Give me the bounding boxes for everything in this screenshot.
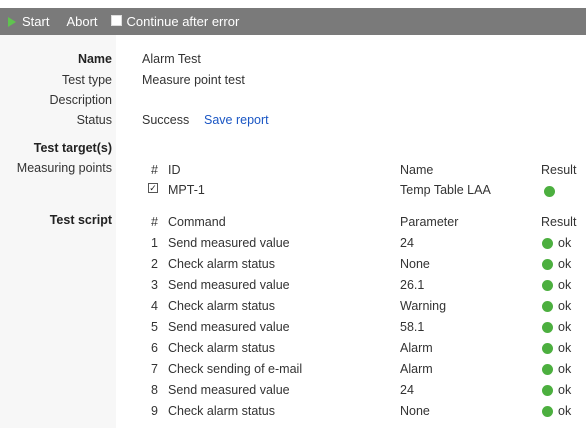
script-command: Check alarm status: [168, 299, 275, 313]
result-text: ok: [558, 236, 572, 250]
script-parameter: None: [400, 257, 430, 271]
script-header-num: #: [151, 215, 158, 229]
script-command: Send measured value: [168, 320, 290, 334]
script-row: 2 Check alarm status None ok: [0, 257, 586, 278]
script-parameter: 58.1: [400, 320, 425, 334]
status-dot-icon: [542, 405, 553, 417]
script-parameter: 24: [400, 383, 414, 397]
script-result: ok: [542, 341, 571, 355]
script-row: 8 Send measured value 24 ok: [0, 383, 586, 404]
script-num: 4: [151, 299, 158, 313]
script-command: Check alarm status: [168, 257, 275, 271]
start-button[interactable]: Start: [8, 14, 49, 29]
script-num: 6: [151, 341, 158, 355]
continue-after-error-label: Continue after error: [126, 14, 240, 29]
targets-header-name: Name: [400, 163, 434, 177]
script-command: Send measured value: [168, 236, 290, 250]
script-num: 9: [151, 404, 158, 418]
script-parameter: 24: [400, 236, 414, 250]
status-dot-icon: [542, 321, 553, 333]
name-value: Alarm Test: [142, 52, 201, 66]
script-header-row: # Command Parameter Result: [0, 215, 586, 236]
result-text: ok: [558, 341, 572, 355]
script-result: ok: [542, 362, 571, 376]
script-result: ok: [542, 236, 571, 250]
script-header-result: Result: [541, 215, 577, 229]
name-label: Name: [77, 52, 112, 66]
script-num: 2: [151, 257, 158, 271]
play-icon: [8, 16, 16, 27]
description-label: Description: [49, 93, 112, 107]
result-text: ok: [558, 278, 572, 292]
result-text: ok: [558, 257, 572, 271]
targets-header-num: #: [151, 163, 158, 177]
script-row: 9 Check alarm status None ok: [0, 404, 586, 425]
script-result: ok: [542, 278, 571, 292]
script-parameter: None: [400, 404, 430, 418]
script-parameter: Alarm: [400, 341, 433, 355]
status-dot-icon: [542, 279, 553, 291]
script-row: 5 Send measured value 58.1 ok: [0, 320, 586, 341]
script-parameter: Warning: [400, 299, 447, 313]
status-dot-icon: [542, 342, 553, 354]
abort-button[interactable]: Abort: [66, 14, 97, 29]
status-value: Success: [142, 113, 190, 127]
result-text: ok: [558, 320, 572, 334]
script-result: ok: [542, 320, 571, 334]
script-command: Send measured value: [168, 278, 290, 292]
checkbox-icon[interactable]: [110, 14, 122, 26]
continue-after-error-checkbox[interactable]: Continue after error: [110, 14, 240, 29]
result-text: ok: [558, 362, 572, 376]
targets-header-id: ID: [168, 163, 181, 177]
result-text: ok: [558, 383, 572, 397]
script-num: 7: [151, 362, 158, 376]
result-text: ok: [558, 299, 572, 313]
script-row: 7 Check sending of e-mail Alarm ok: [0, 362, 586, 383]
script-header-parameter: Parameter: [400, 215, 459, 229]
status-dot-icon: [542, 384, 553, 396]
test-type-label: Test type: [61, 73, 112, 87]
script-command: Check alarm status: [168, 404, 275, 418]
script-row: 1 Send measured value 24 ok: [0, 236, 586, 257]
status-dot-icon: [542, 300, 553, 312]
script-parameter: Alarm: [400, 362, 433, 376]
status-dot-icon: [544, 186, 555, 197]
targets-header-row: # ID Name Result: [0, 163, 586, 184]
script-result: ok: [542, 404, 571, 418]
script-header-command: Command: [168, 215, 226, 229]
target-id: MPT-1: [168, 183, 205, 197]
target-name: Temp Table LAA: [400, 183, 491, 197]
save-report-link[interactable]: Save report: [204, 113, 269, 127]
status-dot-icon: [542, 258, 553, 270]
test-targets-heading: Test target(s): [33, 141, 112, 155]
script-row: 6 Check alarm status Alarm ok: [0, 341, 586, 362]
start-label: Start: [22, 14, 50, 29]
result-text: ok: [558, 404, 572, 418]
script-row: 3 Send measured value 26.1 ok: [0, 278, 586, 299]
abort-label: Abort: [66, 14, 98, 29]
test-type-value: Measure point test: [142, 73, 245, 87]
script-command: Check alarm status: [168, 341, 275, 355]
script-num: 5: [151, 320, 158, 334]
script-num: 3: [151, 278, 158, 292]
target-row: ✓ MPT-1 Temp Table LAA: [0, 183, 586, 204]
script-parameter: 26.1: [400, 278, 425, 292]
script-row: 4 Check alarm status Warning ok: [0, 299, 586, 320]
script-command: Send measured value: [168, 383, 290, 397]
target-result: [544, 185, 555, 199]
script-command: Check sending of e-mail: [168, 362, 303, 376]
toolbar: Start Abort Continue after error: [0, 8, 586, 35]
script-num: 8: [151, 383, 158, 397]
status-dot-icon: [542, 363, 553, 375]
status-dot-icon: [542, 237, 553, 249]
top-strip: [0, 0, 586, 8]
status-label: Status: [76, 113, 112, 127]
target-checkbox[interactable]: ✓: [148, 183, 158, 193]
script-num: 1: [151, 236, 158, 250]
script-result: ok: [542, 299, 571, 313]
script-result: ok: [542, 383, 571, 397]
script-result: ok: [542, 257, 571, 271]
targets-header-result: Result: [541, 163, 577, 177]
